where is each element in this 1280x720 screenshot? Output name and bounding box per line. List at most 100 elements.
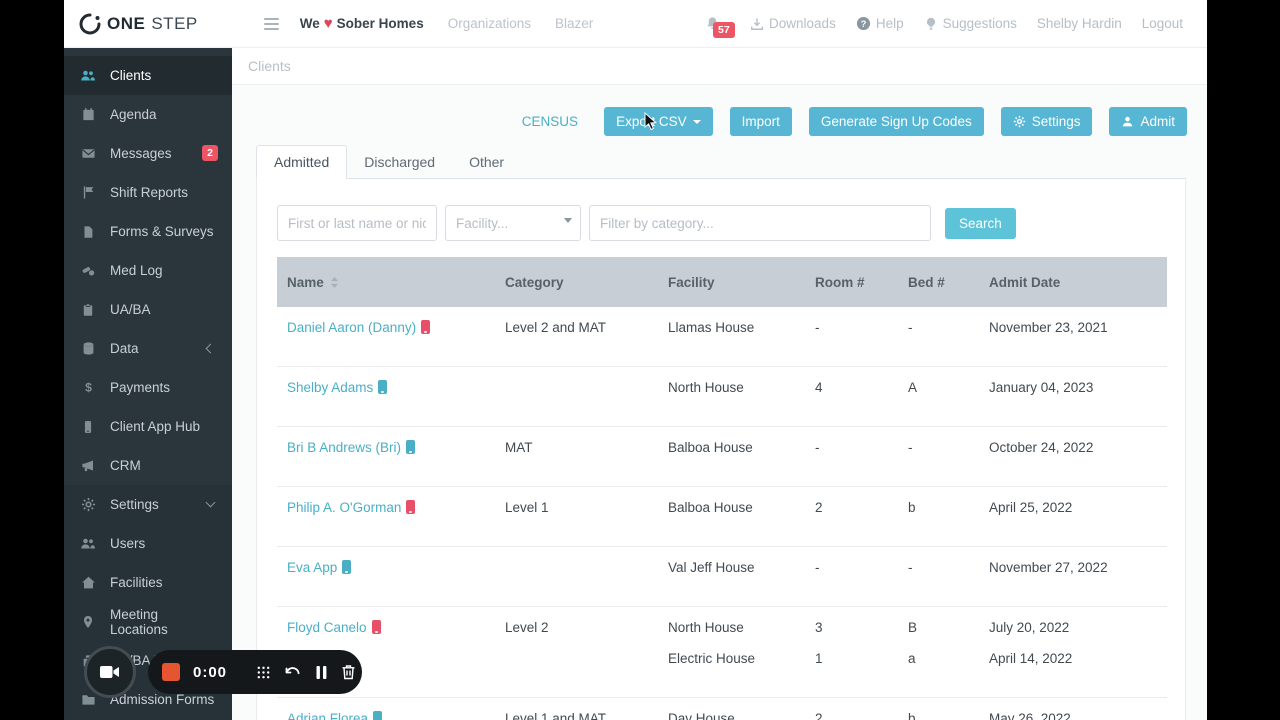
tab-admitted[interactable]: Admitted <box>256 145 348 179</box>
help-icon: ? <box>856 16 870 31</box>
column-bed[interactable]: Bed # <box>898 275 979 290</box>
users-icon <box>80 68 96 84</box>
onestep-logo: ONE STEP <box>78 12 198 36</box>
download-icon <box>751 17 763 30</box>
sidebar-item-users[interactable]: Users <box>64 524 232 563</box>
trash-icon[interactable] <box>341 664 356 680</box>
downloads-link[interactable]: Downloads <box>750 16 836 31</box>
org-name: Sober Homes <box>336 16 424 31</box>
envelope-icon <box>80 146 96 162</box>
filter-row: Facility... Search <box>257 179 1185 249</box>
column-room[interactable]: Room # <box>805 275 898 290</box>
phone-icon <box>378 380 388 394</box>
generate-signup-codes-button[interactable]: Generate Sign Up Codes <box>808 107 984 136</box>
name-search-input[interactable] <box>277 205 437 241</box>
file-icon <box>80 224 96 240</box>
table-header: Name Category Facility Room # Bed # Admi… <box>277 257 1167 307</box>
sidebar-item-crm[interactable]: CRM <box>64 446 232 485</box>
heart-icon: ♥ <box>323 15 333 32</box>
tab-other[interactable]: Other <box>452 146 521 178</box>
megaphone-icon <box>80 458 96 474</box>
tab-panel: Facility... Search Name Category Facilit… <box>256 179 1186 720</box>
notifications-button[interactable]: 57 <box>705 16 735 38</box>
recorder-camera-button[interactable] <box>84 646 136 698</box>
client-link[interactable]: Daniel Aaron (Danny) <box>287 320 416 335</box>
clients-table: Name Category Facility Room # Bed # Admi… <box>277 257 1167 720</box>
svg-text:?: ? <box>860 19 866 29</box>
messages-badge: 2 <box>202 145 218 161</box>
tab-discharged[interactable]: Discharged <box>347 146 452 178</box>
camera-icon <box>100 666 119 678</box>
logout-link[interactable]: Logout <box>1142 16 1183 31</box>
client-link[interactable]: Adrian Florea <box>287 711 368 720</box>
organizations-link[interactable]: Organizations <box>448 16 531 31</box>
sidebar-item-data[interactable]: Data <box>64 329 232 368</box>
settings-button[interactable]: Settings <box>1000 107 1093 136</box>
sidebar-item-med-log[interactable]: Med Log <box>64 251 232 290</box>
clipboard-icon <box>80 302 96 318</box>
client-link[interactable]: Shelby Adams <box>287 380 373 395</box>
client-link[interactable]: Eva App <box>287 560 337 575</box>
calendar-icon <box>80 107 96 123</box>
top-navigation: We ♥ Sober Homes Organizations Blazer <box>300 15 594 32</box>
search-button[interactable]: Search <box>945 207 1016 239</box>
column-admit-date[interactable]: Admit Date <box>979 275 1167 290</box>
chevron-left-icon <box>205 343 216 354</box>
sidebar-item-payments[interactable]: $ Payments <box>64 368 232 407</box>
help-link[interactable]: ? Help <box>856 16 904 31</box>
census-link[interactable]: CENSUS <box>522 114 578 129</box>
sidebar-item-facilities[interactable]: Facilities <box>64 563 232 602</box>
category-filter-input[interactable] <box>589 205 931 241</box>
folder-icon <box>80 692 96 708</box>
topbar: ONE STEP We ♥ Sober Homes Organizations B… <box>64 0 1207 48</box>
client-link[interactable]: Floyd Canelo <box>287 620 367 635</box>
table-row: Bri B Andrews (Bri) MAT Balboa House - -… <box>277 427 1167 487</box>
column-facility[interactable]: Facility <box>658 275 805 290</box>
sidebar-item-uaba[interactable]: UA/BA <box>64 290 232 329</box>
pause-icon[interactable] <box>315 665 328 680</box>
table-row: Daniel Aaron (Danny) Level 2 and MAT Lla… <box>277 307 1167 367</box>
blazer-link[interactable]: Blazer <box>555 16 593 31</box>
menu-icon[interactable] <box>263 17 279 30</box>
table-row: Adrian Florea Level 1 and MAT Dav House … <box>277 698 1167 720</box>
column-name[interactable]: Name <box>277 275 495 290</box>
gear-icon <box>1013 115 1025 128</box>
sort-icon <box>330 276 338 288</box>
export-csv-button[interactable]: Export CSV <box>604 107 713 136</box>
tabs: Admitted Discharged Other <box>256 145 1186 179</box>
sidebar-item-messages[interactable]: Messages 2 <box>64 134 232 173</box>
column-category[interactable]: Category <box>495 275 658 290</box>
facility-select[interactable]: Facility... <box>445 205 581 241</box>
sidebar-item-shift-reports[interactable]: Shift Reports <box>64 173 232 212</box>
phone-icon <box>373 711 383 720</box>
breadcrumb: Clients <box>248 58 291 74</box>
phone-icon <box>371 620 381 634</box>
stop-recording-button[interactable] <box>162 663 180 681</box>
client-link[interactable]: Bri B Andrews (Bri) <box>287 440 401 455</box>
svg-text:$: $ <box>85 381 92 395</box>
user-menu[interactable]: Shelby Hardin <box>1037 16 1122 31</box>
import-button[interactable]: Import <box>729 107 792 136</box>
suggestions-link[interactable]: Suggestions <box>924 16 1017 31</box>
home-icon <box>80 575 96 591</box>
admit-button[interactable]: Admit <box>1109 107 1187 136</box>
client-link[interactable]: Philip A. O'Gorman <box>287 500 401 515</box>
sidebar-item-clients[interactable]: Clients <box>64 56 232 95</box>
current-organization-link[interactable]: We ♥ Sober Homes <box>300 15 424 32</box>
org-we: We <box>299 16 320 31</box>
drag-handle-icon[interactable] <box>256 665 271 680</box>
flag-icon <box>80 185 96 201</box>
phone-icon <box>342 560 352 574</box>
sidebar-item-agenda[interactable]: Agenda <box>64 95 232 134</box>
lightbulb-icon <box>926 17 935 30</box>
undo-icon[interactable] <box>284 664 302 680</box>
sidebar-item-settings[interactable]: Settings <box>64 485 232 524</box>
brand-one: ONE <box>107 13 146 33</box>
sidebar-item-forms-surveys[interactable]: Forms & Surveys <box>64 212 232 251</box>
users-icon <box>80 536 96 552</box>
sidebar-item-client-app-hub[interactable]: Client App Hub <box>64 407 232 446</box>
brand-step: STEP <box>151 13 198 33</box>
chevron-down-icon <box>205 497 216 508</box>
sidebar-item-meeting-locations[interactable]: Meeting Locations <box>64 602 232 641</box>
phone-icon <box>406 500 416 514</box>
